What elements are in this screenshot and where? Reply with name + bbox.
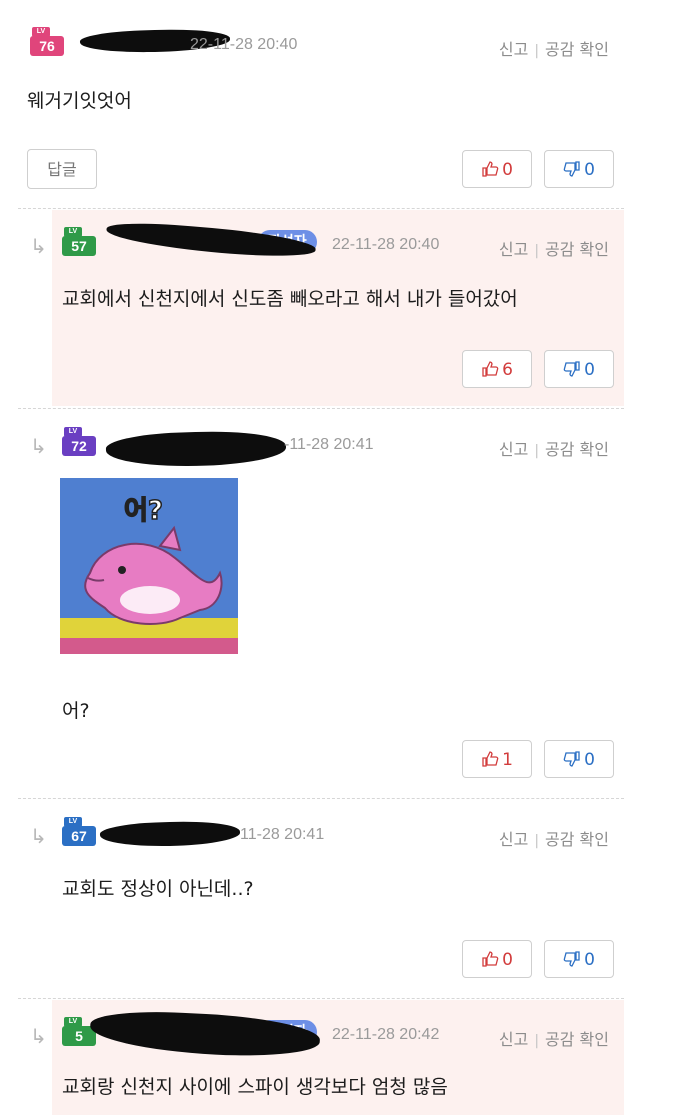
thumbs-up-icon bbox=[482, 361, 499, 377]
dislike-button[interactable]: 0 bbox=[544, 940, 614, 978]
level-badge: LV 76 bbox=[30, 27, 64, 56]
like-button[interactable]: 6 bbox=[462, 350, 532, 388]
empathy-check-link[interactable]: 공감 확인 bbox=[545, 240, 609, 259]
like-button[interactable]: 0 bbox=[462, 940, 532, 978]
comment-actions: 신고 | 공감 확인 bbox=[498, 440, 609, 459]
thumbs-down-icon bbox=[563, 361, 580, 377]
report-link[interactable]: 신고 bbox=[499, 440, 528, 459]
reply-arrow-icon: ↳ bbox=[30, 434, 47, 458]
timestamp: 22-11-28 20:42 bbox=[332, 1026, 440, 1043]
reply-button[interactable]: 답글 bbox=[27, 149, 97, 189]
thumbs-down-icon bbox=[563, 751, 580, 767]
report-link[interactable]: 신고 bbox=[499, 830, 528, 849]
like-button[interactable]: 0 bbox=[462, 150, 532, 188]
redacted-username bbox=[105, 428, 287, 470]
empathy-check-link[interactable]: 공감 확인 bbox=[545, 440, 609, 459]
level-badge: LV 57 bbox=[62, 227, 96, 256]
comment-text: 교회도 정상이 아닌데..? bbox=[62, 878, 254, 900]
thumbs-up-icon bbox=[482, 951, 499, 967]
comment-actions: 신고 | 공감 확인 bbox=[498, 830, 609, 849]
timestamp: -11-28 20:41 bbox=[284, 436, 374, 453]
report-link[interactable]: 신고 bbox=[499, 240, 528, 259]
comment-text: 웨거기잇엇어 bbox=[27, 90, 132, 112]
comment-actions: 신고 | 공감 확인 bbox=[498, 240, 609, 259]
comment-divider bbox=[18, 998, 624, 999]
thumbs-up-icon bbox=[482, 751, 499, 767]
empathy-check-link[interactable]: 공감 확인 bbox=[545, 1030, 609, 1049]
thumbs-down-icon bbox=[563, 951, 580, 967]
like-button[interactable]: 1 bbox=[462, 740, 532, 778]
dislike-button[interactable]: 0 bbox=[544, 350, 614, 388]
redacted-username bbox=[99, 819, 241, 849]
report-link[interactable]: 신고 bbox=[499, 40, 528, 59]
dislike-button[interactable]: 0 bbox=[544, 740, 614, 778]
thumbs-down-icon bbox=[563, 161, 580, 177]
comment-actions: 신고 | 공감 확인 bbox=[498, 1030, 609, 1049]
level-badge: LV 72 bbox=[62, 427, 96, 456]
empathy-check-link[interactable]: 공감 확인 bbox=[545, 40, 609, 59]
report-link[interactable]: 신고 bbox=[499, 1030, 528, 1049]
comment-text: 교회에서 신천지에서 신도좀 빼오라고 해서 내가 들어갔어 bbox=[62, 288, 518, 310]
comment-divider bbox=[18, 408, 624, 409]
empathy-check-link[interactable]: 공감 확인 bbox=[545, 830, 609, 849]
sticker-caption: 어? bbox=[123, 495, 164, 527]
thumbs-up-icon bbox=[482, 161, 499, 177]
timestamp: 11-28 20:41 bbox=[240, 826, 325, 843]
comment-text: 교회랑 신천지 사이에 스파이 생각보다 엄청 많음 bbox=[62, 1076, 448, 1098]
level-badge: LV 67 bbox=[62, 817, 96, 846]
reply-arrow-icon: ↳ bbox=[30, 234, 47, 258]
dislike-button[interactable]: 0 bbox=[544, 150, 614, 188]
reply-arrow-icon: ↳ bbox=[30, 1024, 47, 1048]
comment-divider bbox=[18, 798, 624, 799]
comment-actions: 신고 | 공감 확인 bbox=[498, 40, 609, 59]
timestamp: 22-11-28 20:40 bbox=[332, 236, 440, 253]
sticker-image: 어? bbox=[60, 478, 238, 654]
comment-text: 어? bbox=[62, 700, 90, 722]
reply-arrow-icon: ↳ bbox=[30, 824, 47, 848]
timestamp: 22-11-28 20:40 bbox=[190, 36, 298, 53]
comment-divider bbox=[18, 208, 624, 209]
